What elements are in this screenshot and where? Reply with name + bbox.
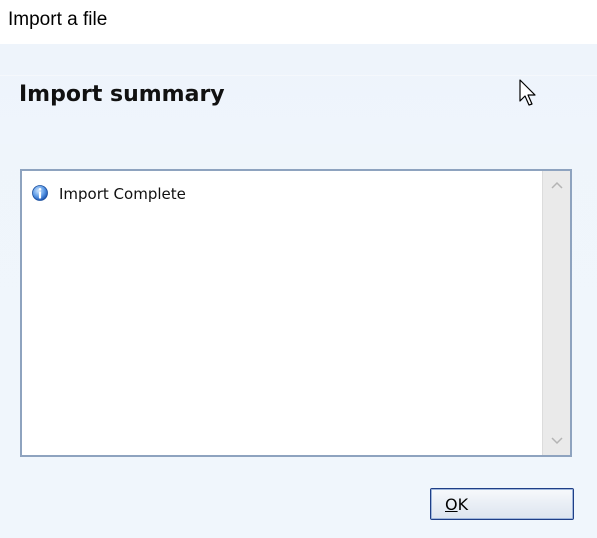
dialog-body: Import summary Import Complete OK	[0, 44, 597, 538]
title-bar: Import a file	[0, 0, 597, 44]
import-log-list[interactable]: Import Complete	[20, 169, 572, 457]
header-band: Import summary	[0, 44, 597, 144]
ok-button[interactable]: OK	[430, 488, 574, 520]
vertical-scrollbar[interactable]	[542, 171, 570, 455]
info-icon	[31, 185, 49, 203]
chevron-up-icon	[550, 181, 563, 189]
import-file-window: Import a file Import summary Import Comp…	[0, 0, 597, 538]
scroll-up-button[interactable]	[543, 171, 570, 199]
mouse-cursor-icon	[519, 79, 536, 106]
ok-mnemonic: O	[445, 494, 458, 514]
log-list-content: Import Complete	[22, 171, 544, 455]
ok-button-label: OK	[445, 495, 468, 514]
header-divider	[0, 75, 597, 76]
page-title: Import summary	[19, 82, 225, 107]
scroll-down-button[interactable]	[543, 427, 570, 455]
list-item[interactable]: Import Complete	[31, 184, 186, 204]
log-item-text: Import Complete	[59, 185, 186, 203]
ok-label-rest: K	[457, 494, 469, 514]
window-title: Import a file	[8, 9, 108, 30]
chevron-down-icon	[550, 437, 563, 445]
